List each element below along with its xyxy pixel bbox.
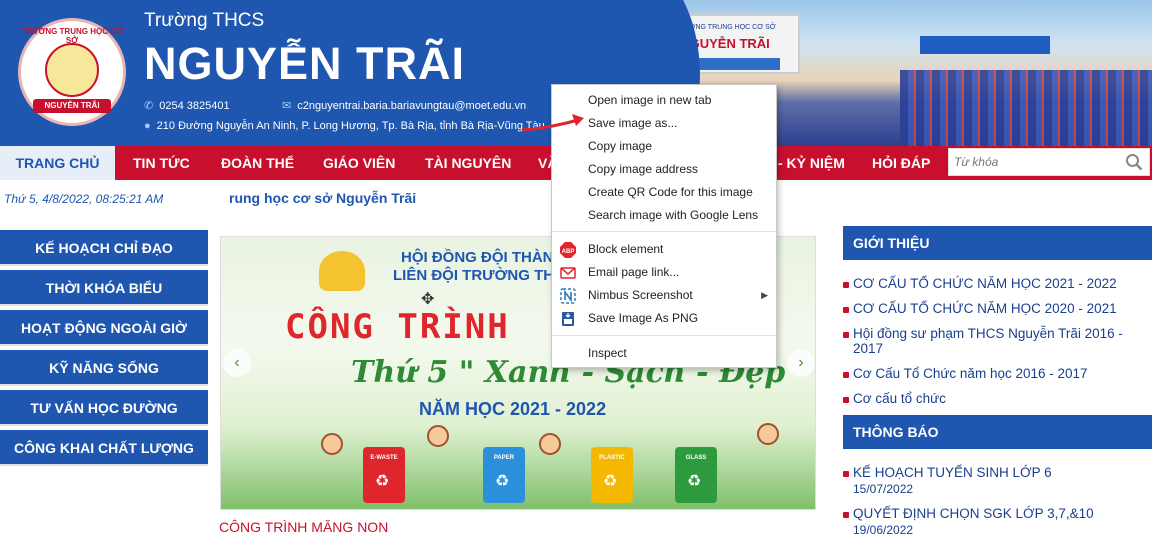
cartoon-kid: [757, 423, 779, 445]
email-icon: [560, 267, 576, 279]
left-menu-quality-disclosure[interactable]: CÔNG KHAI CHẤT LƯỢNG: [0, 430, 208, 466]
left-menu-extracurricular[interactable]: HOẠT ĐỘNG NGOÀI GIỜ: [0, 310, 208, 346]
nav-item-unions[interactable]: ĐOÀN THỂ: [221, 146, 294, 180]
slider-prev-arrow[interactable]: ‹: [223, 349, 251, 377]
email-address[interactable]: c2nguyentrai.baria.bariavungtau@moet.edu…: [297, 100, 526, 112]
left-menu-timetable[interactable]: THỜI KHÓA BIỂU: [0, 270, 208, 306]
left-menu-life-skills[interactable]: KỸ NĂNG SỐNG: [0, 350, 208, 386]
marquee-text: rung học cơ sở Nguyễn Trãi: [229, 190, 417, 206]
notice-date: 19/06/2022: [853, 523, 914, 537]
slide-year: NĂM HỌC 2021 - 2022: [419, 399, 607, 419]
nav-item-memories[interactable]: - KỶ NIỆM: [778, 146, 845, 180]
intro-item[interactable]: CƠ CẤU TỔ CHỨC NĂM HỌC 2020 - 2021: [843, 301, 1143, 316]
left-menu: KẾ HOẠCH CHỈ ĐẠO THỜI KHÓA BIỂU HOẠT ĐỘN…: [0, 230, 208, 470]
phone-number: 0254 3825401: [159, 99, 230, 112]
ctx-separator: [552, 231, 776, 232]
nav-item-home[interactable]: TRANG CHỦ: [0, 146, 115, 180]
bin-plastic: PLASTIC ♻: [591, 447, 633, 503]
nimbus-icon: [560, 288, 576, 304]
mail-icon: ✉: [282, 100, 292, 112]
move-cursor-icon: ✥: [421, 291, 435, 308]
ctx-email-page-link[interactable]: Email page link...: [552, 261, 776, 284]
ctx-create-qr-code[interactable]: Create QR Code for this image: [552, 181, 776, 204]
photo-gate: [920, 36, 1050, 54]
ctx-separator: [552, 335, 776, 336]
left-menu-plan[interactable]: KẾ HOẠCH CHỈ ĐẠO: [0, 230, 208, 266]
ctx-block-element[interactable]: ABP Block element: [552, 238, 776, 261]
left-menu-counseling[interactable]: TƯ VẤN HỌC ĐƯỜNG: [0, 390, 208, 426]
intro-item[interactable]: CƠ CẤU TỔ CHỨC NĂM HỌC 2021 - 2022: [843, 276, 1143, 291]
intro-header: GIỚI THIỆU: [843, 226, 1152, 260]
recycle-icon: ♻: [687, 473, 702, 490]
search-box: [948, 148, 1150, 176]
nav-item-resources[interactable]: TÀI NGUYÊN: [425, 146, 511, 180]
nav-item-teachers[interactable]: GIÁO VIÊN: [323, 146, 395, 180]
address-text: 210 Đường Nguyễn An Ninh, P. Long Hương,…: [156, 120, 545, 132]
annotation-arrow-icon: [521, 114, 584, 132]
ctx-inspect[interactable]: Inspect: [552, 342, 776, 365]
abp-icon: ABP: [560, 242, 576, 258]
current-datetime: Thứ 5, 4/8/2022, 08:25:21 AM: [4, 192, 164, 206]
notice-title[interactable]: QUYẾT ĐỊNH CHỌN SGK LỚP 3,7,&10: [843, 506, 1143, 521]
submenu-arrow-icon: ▶: [761, 290, 768, 300]
school-name: NGUYỄN TRÃI: [144, 38, 466, 89]
school-logo[interactable]: TRƯỜNG TRUNG HỌC CƠ SỞ NGUYỄN TRÃI: [18, 18, 126, 126]
ctx-nimbus-screenshot[interactable]: Nimbus Screenshot ▶: [552, 284, 776, 307]
youth-union-logo: [319, 251, 365, 291]
cartoon-kid: [427, 425, 449, 447]
slide-caption[interactable]: CÔNG TRÌNH MĂNG NON: [219, 519, 388, 535]
ctx-google-lens[interactable]: Search image with Google Lens: [552, 204, 776, 227]
search-icon[interactable]: [1125, 153, 1143, 171]
slide-council-line1: HỘI ĐỒNG ĐỘI THÀNH: [401, 249, 565, 266]
cartoon-kid: [539, 433, 561, 455]
contact-phone: ✆ 0254 3825401: [144, 99, 230, 113]
ctx-copy-image[interactable]: Copy image: [552, 135, 776, 158]
notice-title[interactable]: KẾ HOẠCH TUYỂN SINH LỚP 6: [843, 465, 1143, 480]
intro-item[interactable]: Hội đồng sư phạm THCS Nguyễn Trãi 2016 -…: [843, 326, 1143, 356]
logo-name-band: NGUYỄN TRÃI: [33, 99, 111, 113]
png-icon: [562, 312, 574, 326]
ctx-copy-image-address[interactable]: Copy image address: [552, 158, 776, 181]
intro-item[interactable]: Cơ Cấu Tổ Chức năm học 2016 - 2017: [843, 366, 1143, 381]
phone-icon: ✆: [144, 100, 154, 112]
bin-paper: PAPER ♻: [483, 447, 525, 503]
notice-header: THÔNG BÁO: [843, 415, 1152, 449]
nav-item-news[interactable]: TIN TỨC: [133, 146, 190, 180]
svg-text:ABP: ABP: [562, 249, 575, 255]
bin-ewaste: E-WASTE ♻: [363, 447, 405, 503]
page: TRƯỜNG TRUNG HỌC CƠ SỞ NGUYỄN TRÃI TRƯỜN…: [0, 0, 1152, 541]
notice-date: 15/07/2022: [853, 482, 914, 496]
ctx-save-image-as-png[interactable]: Save Image As PNG: [552, 307, 776, 330]
intro-item[interactable]: Cơ cấu tổ chức: [843, 391, 1143, 406]
contact-email: ✉ c2nguyentrai.baria.bariavungtau@moet.e…: [282, 99, 526, 113]
recycle-icon: ♻: [495, 473, 510, 490]
slider-next-arrow[interactable]: ›: [787, 349, 815, 377]
location-pin-icon: ●: [144, 120, 151, 132]
slide-headline: CÔNG TRÌNH: [285, 307, 510, 347]
bin-glass: GLASS ♻: [675, 447, 717, 503]
photo-students: [900, 70, 1152, 146]
search-input[interactable]: [949, 149, 1119, 175]
school-prefix: Trường THCS: [144, 10, 265, 31]
logo-emblem: [45, 43, 99, 97]
nav-item-qa[interactable]: HỎI ĐÁP: [872, 146, 930, 180]
contact-address: ● 210 Đường Nguyễn An Ninh, P. Long Hươn…: [144, 120, 545, 132]
recycle-icon: ♻: [375, 473, 390, 490]
slide-council-line2: LIÊN ĐỘI TRƯỜNG THCS: [393, 267, 575, 284]
recycle-icon: ♻: [603, 473, 618, 490]
cartoon-kid: [321, 433, 343, 455]
